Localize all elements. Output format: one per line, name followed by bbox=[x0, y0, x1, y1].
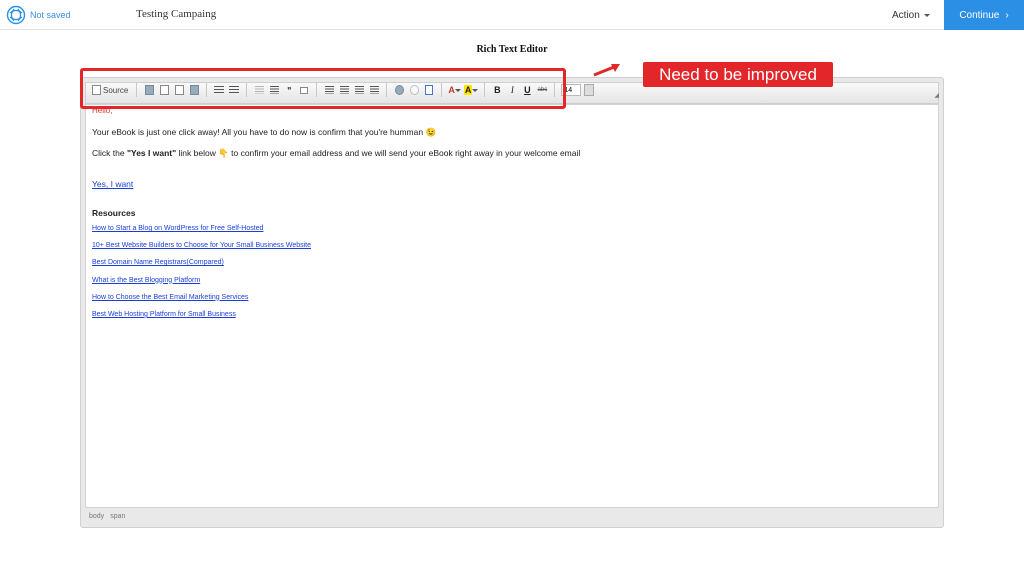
resource-link[interactable]: Best Web Hosting Platform for Small Busi… bbox=[92, 311, 236, 318]
list-item: What is the Best Blogging Platform bbox=[92, 277, 311, 294]
annotation-arrow-icon bbox=[593, 64, 620, 77]
paragraph-instructions: Click the "Yes I want" link below 👇 to c… bbox=[92, 148, 580, 159]
action-label: Action bbox=[892, 9, 920, 21]
p2-after: link below 👇 to confirm your email addre… bbox=[176, 148, 581, 158]
resource-link[interactable]: How to Start a Blog on WordPress for Fre… bbox=[92, 225, 263, 232]
resources-list: How to Start a Blog on WordPress for Fre… bbox=[92, 225, 311, 328]
list-item: Best Domain Name Registrars(Compared) bbox=[92, 259, 311, 276]
font-size-dropdown-icon[interactable] bbox=[584, 84, 595, 96]
resource-link[interactable]: 10+ Best Website Builders to Choose for … bbox=[92, 242, 311, 249]
resource-link[interactable]: What is the Best Blogging Platform bbox=[92, 277, 200, 284]
chevron-down-icon bbox=[923, 13, 930, 17]
chevron-right-icon: › bbox=[1005, 9, 1009, 21]
toolbar-collapse-icon[interactable]: ◢ bbox=[934, 92, 939, 99]
editor-content[interactable]: Hello, Your eBook is just one click away… bbox=[85, 104, 939, 508]
resource-link[interactable]: How to Choose the Best Email Marketing S… bbox=[92, 294, 248, 301]
p2-before: Click the bbox=[92, 148, 127, 158]
rich-text-editor: ◢ Hello, Your eBook is just one click aw… bbox=[80, 77, 944, 528]
continue-button[interactable]: Continue › bbox=[944, 0, 1024, 30]
annotation-highlight-box bbox=[80, 68, 566, 109]
p2-bold: "Yes I want" bbox=[126, 148, 177, 158]
confirm-link[interactable]: Yes, I want bbox=[92, 179, 133, 189]
save-status: Not saved bbox=[30, 10, 71, 20]
list-item: Best Web Hosting Platform for Small Busi… bbox=[92, 311, 311, 328]
paragraph-intro: Your eBook is just one click away! All y… bbox=[92, 127, 437, 137]
resources-heading: Resources bbox=[92, 208, 136, 218]
top-bar: Not saved Testing Campaing Action Contin… bbox=[0, 0, 1024, 30]
continue-label: Continue bbox=[959, 9, 1000, 21]
app-logo-icon[interactable] bbox=[6, 5, 26, 25]
campaign-title[interactable]: Testing Campaing bbox=[136, 8, 216, 20]
editor-statusbar: body span bbox=[85, 508, 939, 524]
page-heading: Rich Text Editor bbox=[476, 44, 548, 55]
list-item: How to Start a Blog on WordPress for Fre… bbox=[92, 225, 311, 242]
list-item: 10+ Best Website Builders to Choose for … bbox=[92, 242, 311, 259]
list-item: How to Choose the Best Email Marketing S… bbox=[92, 294, 311, 311]
action-dropdown[interactable]: Action bbox=[884, 5, 938, 25]
annotation-callout: Need to be improved bbox=[643, 62, 833, 87]
resource-link[interactable]: Best Domain Name Registrars(Compared) bbox=[92, 259, 224, 266]
path-body[interactable]: body bbox=[89, 513, 104, 520]
path-span[interactable]: span bbox=[110, 513, 125, 520]
